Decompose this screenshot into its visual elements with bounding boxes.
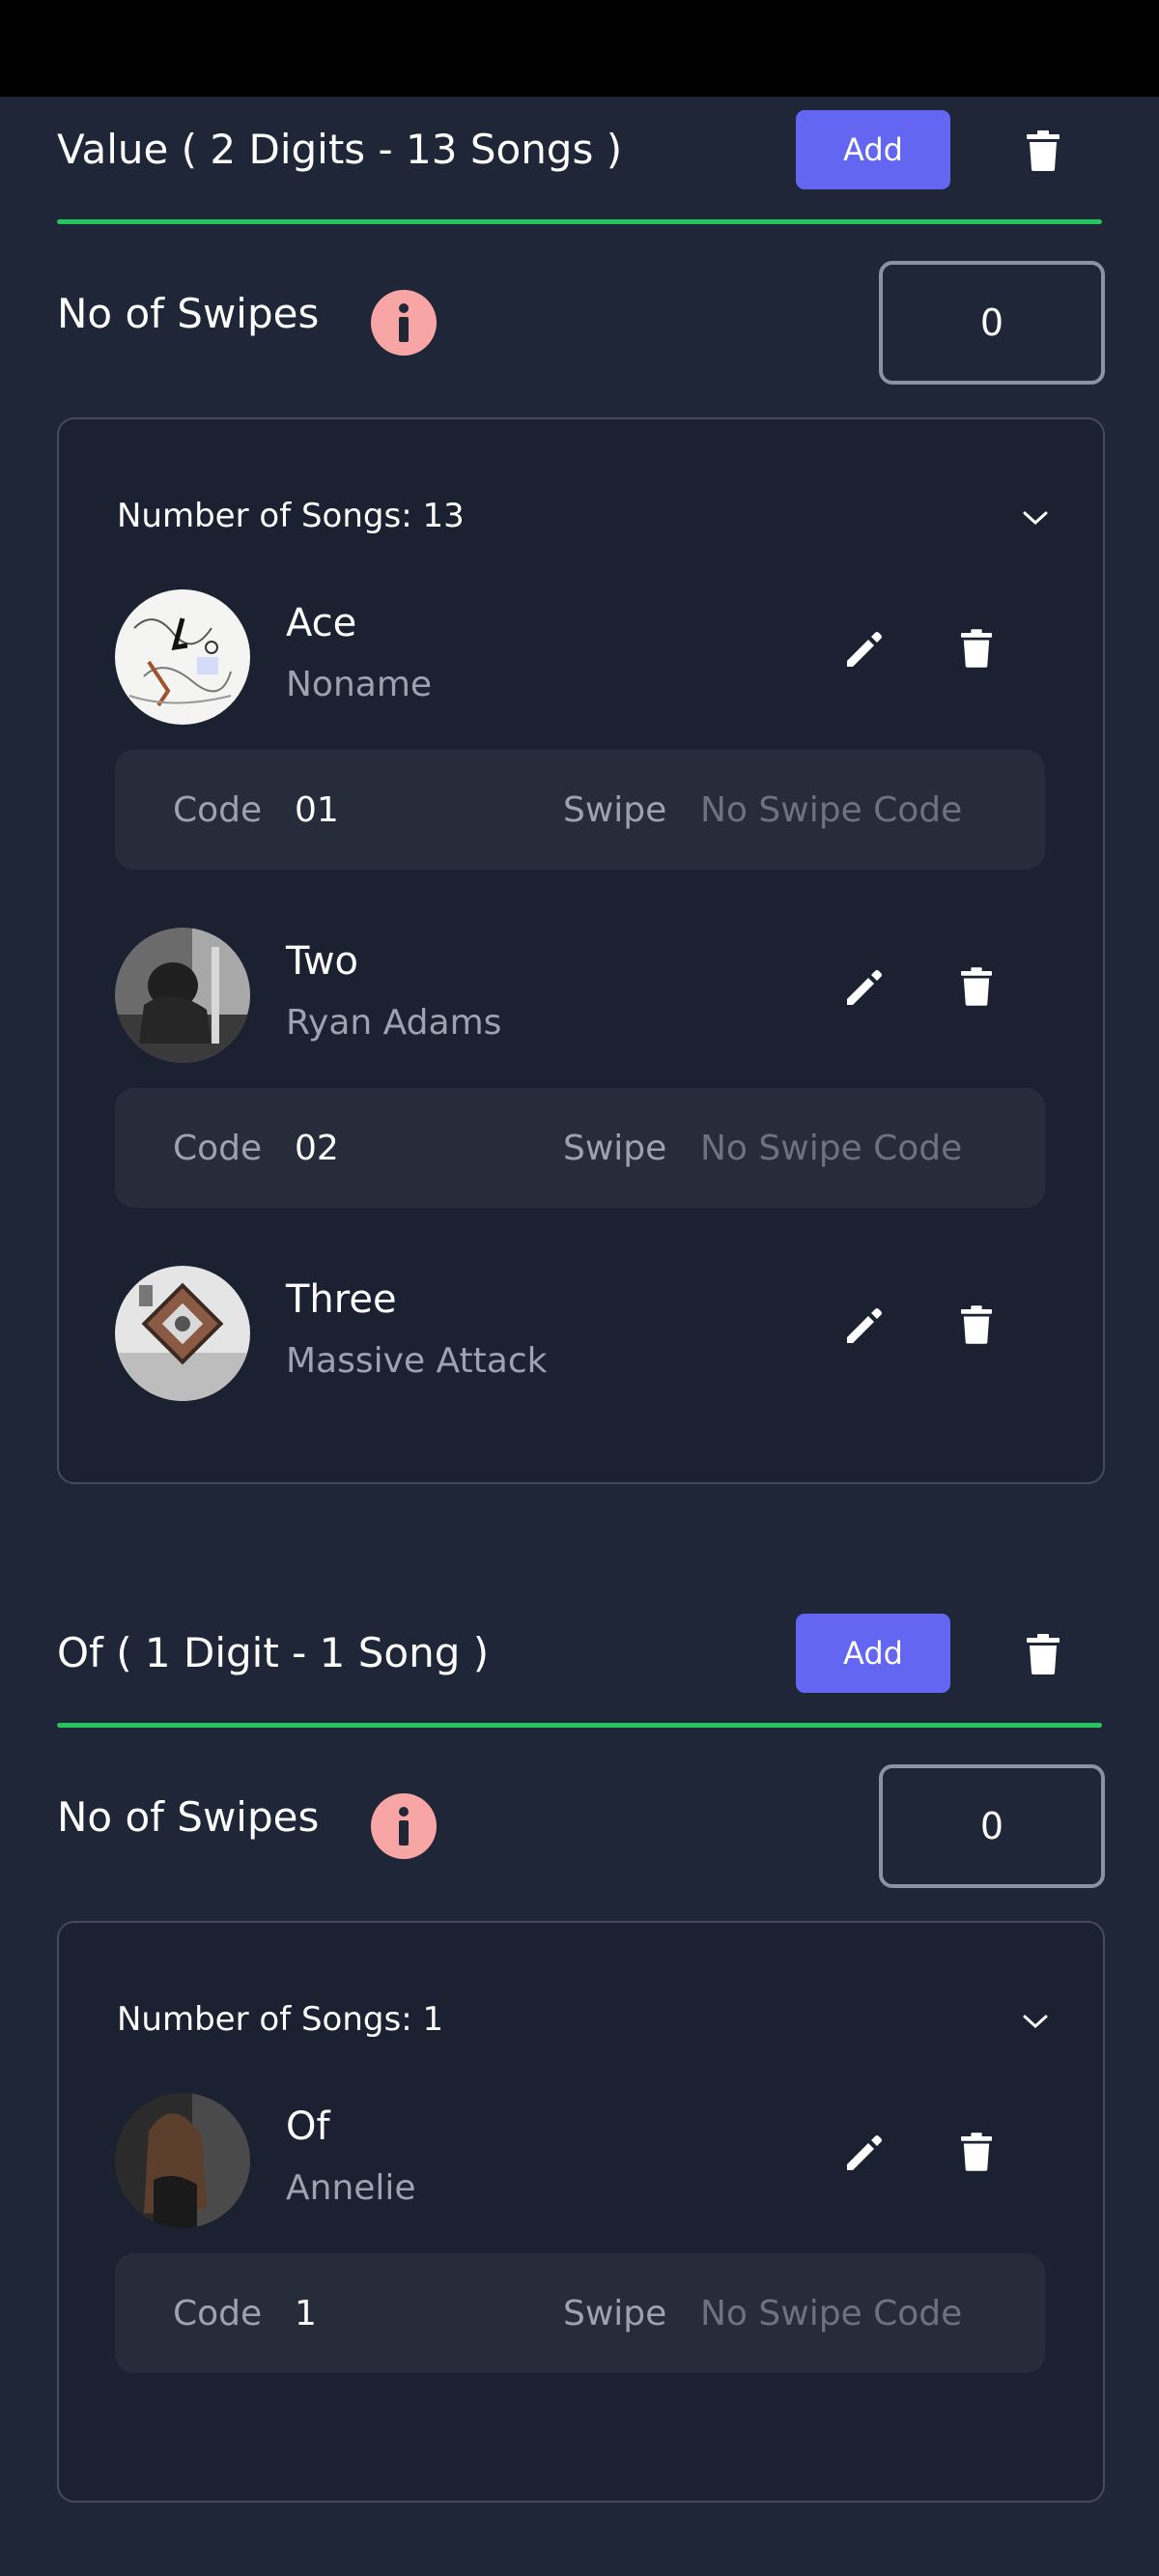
pencil-icon[interactable] xyxy=(843,1304,891,1353)
song-item[interactable]: Two Ryan Adams xyxy=(59,928,1103,1063)
song-item[interactable]: Of Annelie xyxy=(59,2093,1103,2228)
add-song-button[interactable]: Add xyxy=(796,1614,950,1693)
trash-icon[interactable] xyxy=(961,1304,1009,1357)
song-code-row: Code 01 Swipe No Swipe Code xyxy=(115,750,1045,870)
code-value: 02 xyxy=(295,1129,339,1168)
app-screen: Value ( 2 Digits - 13 Songs ) Add No of … xyxy=(0,0,1159,2576)
song-title: Two xyxy=(286,939,358,984)
songs-card: Number of Songs: 1 Of Annelie Code 1 Swi… xyxy=(57,1921,1105,2503)
section-title: Of ( 1 Digit - 1 Song ) xyxy=(57,1629,490,1676)
swipe-value: No Swipe Code xyxy=(700,790,963,830)
info-icon[interactable] xyxy=(371,1793,437,1859)
chevron-down-icon[interactable] xyxy=(1016,2002,1055,2041)
song-item[interactable]: Ace Noname xyxy=(59,589,1103,725)
pencil-icon[interactable] xyxy=(843,2132,891,2180)
trash-icon[interactable] xyxy=(961,628,1009,680)
songs-count-header: Number of Songs: 13 xyxy=(117,497,465,535)
code-value: 01 xyxy=(295,790,339,830)
album-art xyxy=(115,928,250,1063)
info-icon[interactable] xyxy=(371,290,437,356)
song-title: Of xyxy=(286,2104,330,2149)
album-art xyxy=(115,1266,250,1401)
pencil-icon[interactable] xyxy=(843,966,891,1015)
swipe-label: Swipe xyxy=(563,790,667,830)
song-code-row: Code 02 Swipe No Swipe Code xyxy=(115,1088,1045,1208)
swipe-label: Swipe xyxy=(563,1129,667,1168)
swipe-label: Swipe xyxy=(563,2294,667,2333)
delete-section-icon[interactable] xyxy=(1017,1625,1069,1683)
song-artist: Massive Attack xyxy=(286,1341,548,1381)
trash-icon[interactable] xyxy=(961,966,1009,1018)
pencil-icon[interactable] xyxy=(843,628,891,676)
section-divider xyxy=(57,1723,1102,1728)
trash-icon[interactable] xyxy=(961,2132,1009,2184)
song-title: Three xyxy=(286,1277,397,1322)
song-title: Ace xyxy=(286,601,357,645)
song-artist: Ryan Adams xyxy=(286,1003,502,1043)
album-art xyxy=(115,2093,250,2228)
song-item[interactable]: Three Massive Attack xyxy=(59,1266,1103,1401)
songs-card: Number of Songs: 13 Ace Noname Code 01 S… xyxy=(57,417,1105,1484)
album-art xyxy=(115,589,250,725)
swipes-input[interactable]: 0 xyxy=(879,261,1105,385)
swipe-value: No Swipe Code xyxy=(700,1129,963,1168)
code-value: 1 xyxy=(295,2294,317,2333)
code-label: Code xyxy=(173,790,263,830)
song-artist: Noname xyxy=(286,665,433,704)
song-code-row: Code 1 Swipe No Swipe Code xyxy=(115,2253,1045,2373)
section-title: Value ( 2 Digits - 13 Songs ) xyxy=(57,126,623,173)
swipes-input[interactable]: 0 xyxy=(879,1764,1105,1888)
swipes-label: No of Swipes xyxy=(57,290,320,337)
song-artist: Annelie xyxy=(286,2168,416,2208)
songs-count-header: Number of Songs: 1 xyxy=(117,2000,444,2039)
chevron-down-icon[interactable] xyxy=(1016,499,1055,537)
status-bar xyxy=(0,0,1159,97)
swipe-value: No Swipe Code xyxy=(700,2294,963,2333)
section-divider xyxy=(57,219,1102,224)
code-label: Code xyxy=(173,1129,263,1168)
swipes-label: No of Swipes xyxy=(57,1793,320,1841)
code-label: Code xyxy=(173,2294,263,2333)
delete-section-icon[interactable] xyxy=(1017,122,1069,180)
add-song-button[interactable]: Add xyxy=(796,110,950,189)
